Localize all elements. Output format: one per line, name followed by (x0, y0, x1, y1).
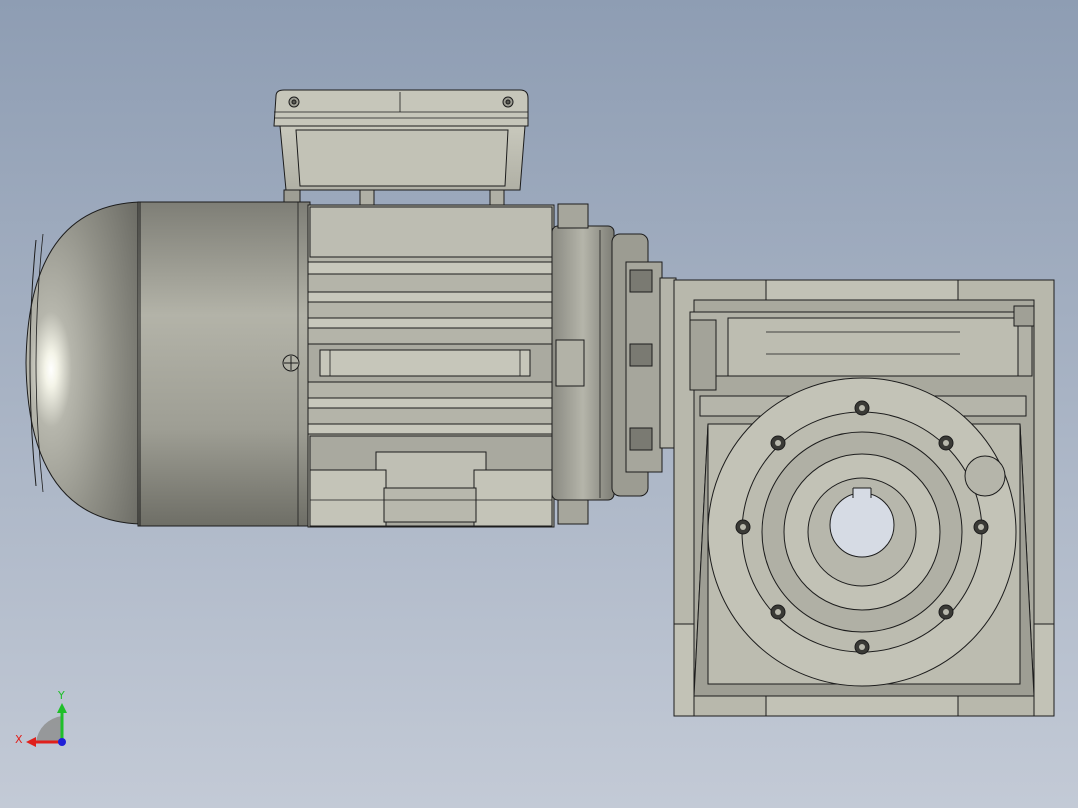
gear-motor-model[interactable] (0, 0, 1078, 808)
worm-gearbox[interactable] (673, 279, 1055, 717)
y-axis-label: Y (58, 689, 65, 702)
terminal-box[interactable] (273, 89, 529, 221)
coordinate-triad (26, 703, 67, 747)
z-axis-dot (58, 738, 66, 746)
cad-viewport[interactable]: X Y (0, 0, 1078, 808)
motor-front-flange[interactable] (551, 203, 677, 525)
x-axis-label: X (15, 733, 23, 746)
y-axis-arrowhead (57, 703, 67, 713)
fan-cover[interactable] (25, 201, 311, 527)
x-axis-arrowhead (26, 737, 36, 747)
motor-frame[interactable] (282, 204, 555, 528)
